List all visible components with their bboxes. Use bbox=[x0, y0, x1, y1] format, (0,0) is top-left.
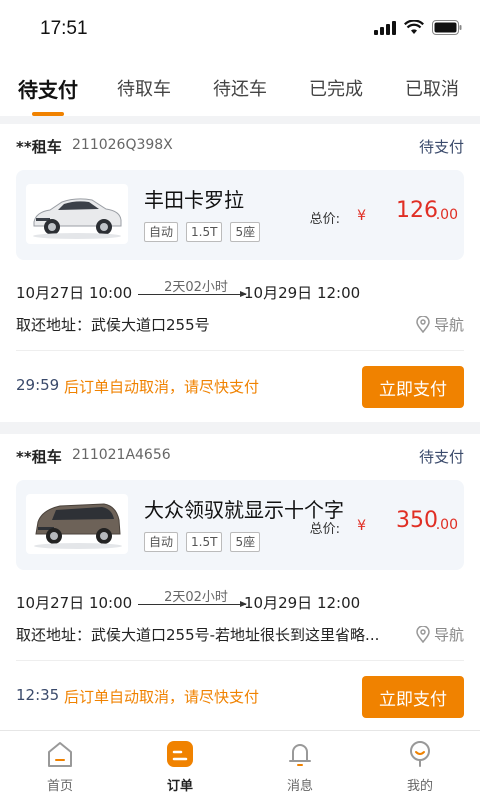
order-status-tabs: 待支付 待取车 待还车 已完成 已取消 bbox=[0, 60, 480, 116]
tab-pending-return[interactable]: 待还车 bbox=[192, 75, 288, 101]
tab-label: 待取车 bbox=[117, 79, 171, 100]
rental-duration: 2天02小时 bbox=[164, 590, 228, 605]
price-label: 总价: bbox=[309, 212, 340, 227]
order-type: **租车 bbox=[16, 138, 62, 156]
navigate-label: 导航 bbox=[433, 626, 464, 644]
tag-engine: 1.5T bbox=[186, 222, 223, 242]
order-header: **租车 211021A4656 待支付 bbox=[16, 446, 464, 468]
nav-label: 消息 bbox=[286, 779, 313, 794]
price-integer: 350 bbox=[396, 508, 438, 533]
order-card[interactable]: **租车 211021A4656 待支付 大众领驭就显示十个字 自动 1.5T … bbox=[0, 434, 480, 730]
order-header: **租车 211026Q398X 待支付 bbox=[16, 136, 464, 158]
tab-pending-payment[interactable]: 待支付 bbox=[0, 74, 96, 116]
rental-duration: 2天02小时 bbox=[164, 280, 228, 295]
tag-transmission: 自动 bbox=[144, 222, 179, 242]
price-currency: ¥ bbox=[357, 208, 366, 224]
duration-arrow bbox=[138, 604, 246, 605]
bell-icon bbox=[289, 744, 311, 766]
tab-label: 待还车 bbox=[213, 79, 267, 100]
duration-arrow bbox=[138, 294, 246, 295]
order-type: **租车 bbox=[16, 448, 62, 466]
return-time: 10月29日 12:00 bbox=[244, 284, 361, 302]
car-info[interactable]: 大众领驭就显示十个字 自动 1.5T 5座 总价: ¥ 350 .00 bbox=[16, 480, 464, 570]
payment-countdown: 29:59 bbox=[16, 376, 60, 394]
pay-now-button[interactable]: 立即支付 bbox=[362, 366, 464, 408]
tab-label: 已完成 bbox=[309, 79, 363, 100]
nav-item-home[interactable]: 首页 bbox=[0, 731, 120, 800]
rental-time-row: 10月27日 10:00 2天02小时 10月29日 12:00 bbox=[16, 276, 464, 306]
tag-transmission: 自动 bbox=[144, 532, 179, 552]
active-tab-indicator bbox=[32, 111, 64, 116]
profile-icon bbox=[410, 741, 430, 767]
tag-seats: 5座 bbox=[230, 222, 261, 242]
nav-label: 我的 bbox=[406, 779, 433, 794]
car-info[interactable]: 丰田卡罗拉 自动 1.5T 5座 总价: ¥ 126 .00 bbox=[16, 170, 464, 260]
tag-seats: 5座 bbox=[230, 532, 261, 552]
nav-item-messages[interactable]: 消息 bbox=[240, 731, 360, 800]
return-time: 10月29日 12:00 bbox=[244, 594, 361, 612]
nav-item-profile[interactable]: 我的 bbox=[360, 731, 480, 800]
pickup-address: 取还地址：武侯大道口255号-若地址很长到这里省略... bbox=[16, 626, 380, 644]
home-icon bbox=[48, 742, 72, 767]
address-row: 取还地址：武侯大道口255号 导航 bbox=[16, 314, 464, 338]
nav-label: 订单 bbox=[166, 779, 193, 794]
payment-countdown: 12:35 bbox=[16, 686, 60, 704]
order-status: 待支付 bbox=[418, 448, 464, 466]
price-integer: 126 bbox=[396, 198, 438, 223]
car-name: 丰田卡罗拉 bbox=[144, 188, 244, 212]
price-decimal: .00 bbox=[435, 517, 458, 533]
cellular-signal-icon bbox=[374, 20, 396, 35]
status-time: 17:51 bbox=[40, 18, 88, 39]
battery-icon bbox=[432, 20, 462, 35]
tab-completed[interactable]: 已完成 bbox=[288, 75, 384, 101]
car-tags: 自动 1.5T 5座 bbox=[144, 222, 261, 242]
wifi-icon bbox=[404, 20, 424, 34]
status-icons bbox=[374, 20, 462, 35]
tab-pending-pickup[interactable]: 待取车 bbox=[96, 75, 192, 101]
nav-label: 首页 bbox=[46, 779, 73, 794]
order-card[interactable]: **租车 211026Q398X 待支付 丰田卡罗拉 自动 1.5T 5座 总价… bbox=[0, 124, 480, 422]
bottom-navigation: 首页 订单 消息 我的 bbox=[0, 730, 480, 800]
pickup-address: 取还地址：武侯大道口255号 bbox=[16, 316, 210, 334]
pickup-time: 10月27日 10:00 bbox=[16, 284, 133, 302]
rental-time-row: 10月27日 10:00 2天02小时 10月29日 12:00 bbox=[16, 586, 464, 616]
divider bbox=[16, 660, 464, 661]
car-tags: 自动 1.5T 5座 bbox=[144, 532, 261, 552]
car-image bbox=[26, 494, 128, 554]
navigate-button[interactable]: 导航 bbox=[416, 624, 464, 645]
tag-engine: 1.5T bbox=[186, 532, 223, 552]
payment-row: 29:59 后订单自动取消，请尽快支付 立即支付 bbox=[16, 366, 464, 408]
divider bbox=[16, 350, 464, 351]
price-label: 总价: bbox=[309, 522, 340, 537]
car-image bbox=[26, 184, 128, 244]
tab-label: 已取消 bbox=[405, 79, 459, 100]
tab-cancelled[interactable]: 已取消 bbox=[384, 75, 480, 101]
payment-hint: 后订单自动取消，请尽快支付 bbox=[64, 688, 260, 706]
location-pin-icon bbox=[416, 316, 430, 333]
price-currency: ¥ bbox=[357, 518, 366, 534]
order-number: 211026Q398X bbox=[72, 137, 173, 153]
order-number: 211021A4656 bbox=[72, 447, 171, 463]
pay-now-button[interactable]: 立即支付 bbox=[362, 676, 464, 718]
status-bar: 17:51 bbox=[0, 0, 480, 60]
pickup-time: 10月27日 10:00 bbox=[16, 594, 133, 612]
price-decimal: .00 bbox=[435, 207, 458, 223]
address-row: 取还地址：武侯大道口255号-若地址很长到这里省略... 导航 bbox=[16, 624, 464, 648]
navigate-button[interactable]: 导航 bbox=[416, 314, 464, 335]
payment-row: 12:35 后订单自动取消，请尽快支付 立即支付 bbox=[16, 676, 464, 718]
order-status: 待支付 bbox=[418, 138, 464, 156]
location-pin-icon bbox=[416, 626, 430, 643]
payment-hint: 后订单自动取消，请尽快支付 bbox=[64, 378, 260, 396]
nav-item-orders[interactable]: 订单 bbox=[120, 731, 240, 800]
navigate-label: 导航 bbox=[433, 316, 464, 334]
tab-label: 待支付 bbox=[18, 77, 78, 102]
order-icon bbox=[167, 741, 193, 767]
